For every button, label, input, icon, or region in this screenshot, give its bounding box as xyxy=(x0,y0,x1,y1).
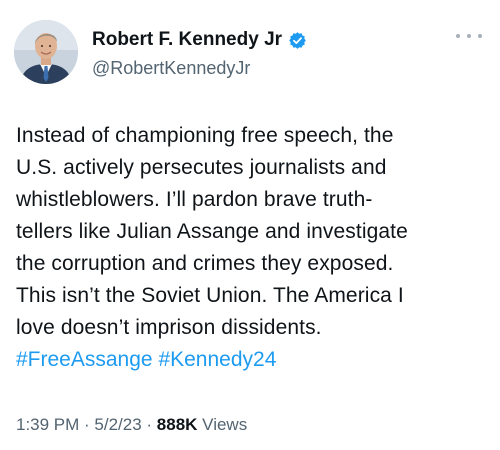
dot xyxy=(467,34,471,38)
tweet-card: Robert F. Kennedy Jr @RobertKennedyJr In… xyxy=(0,0,500,450)
hashtag-link[interactable]: #Kennedy24 xyxy=(158,348,276,371)
tweet-meta: 1:39 PM · 5/2/23 · 888K Views xyxy=(16,414,247,436)
views-count: 888K xyxy=(156,415,198,434)
meta-separator: · xyxy=(79,415,95,434)
dot xyxy=(478,34,482,38)
avatar[interactable] xyxy=(14,20,78,84)
hashtag-link[interactable]: #FreeAssange xyxy=(16,348,153,371)
tweet-time[interactable]: 1:39 PM xyxy=(16,415,79,434)
name-row: Robert F. Kennedy Jr xyxy=(92,28,307,52)
user-handle[interactable]: @RobertKennedyJr xyxy=(92,56,307,80)
dot xyxy=(456,34,460,38)
hashtags-row: #FreeAssange #Kennedy24 xyxy=(16,344,276,376)
meta-separator: · xyxy=(141,415,157,434)
display-name[interactable]: Robert F. Kennedy Jr xyxy=(92,28,282,52)
views-label: Views xyxy=(202,415,248,434)
more-options-icon[interactable] xyxy=(456,26,482,46)
tweet-date[interactable]: 5/2/23 xyxy=(94,415,141,434)
author-block: Robert F. Kennedy Jr @RobertKennedyJr xyxy=(92,28,307,80)
verified-badge-icon xyxy=(288,31,307,50)
tweet-text: Instead of championing free speech, the … xyxy=(16,124,408,339)
avatar-image xyxy=(14,20,78,84)
